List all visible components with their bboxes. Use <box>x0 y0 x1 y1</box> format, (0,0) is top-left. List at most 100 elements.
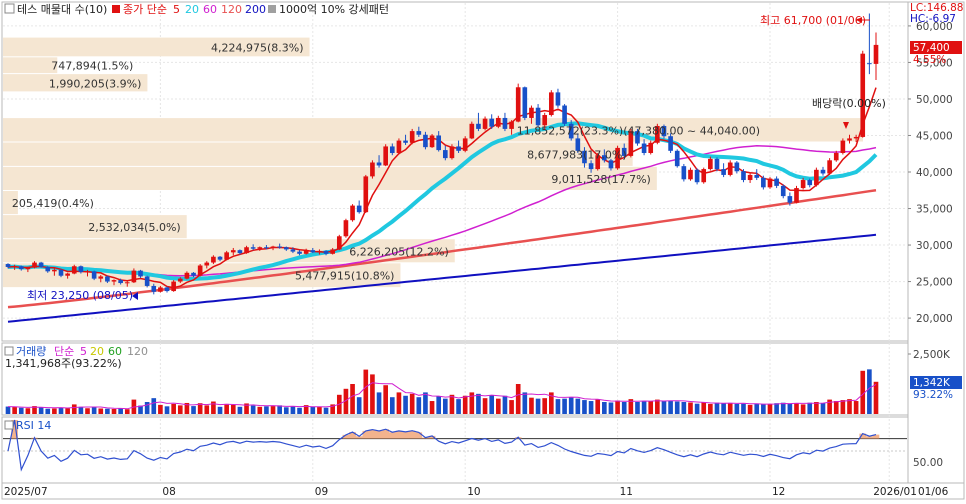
volume-bar <box>5 406 11 414</box>
volume-bar <box>780 402 786 414</box>
volume-profile-label: 6,226,205(12.2%) <box>349 245 449 258</box>
volume-bar <box>124 409 130 414</box>
candle-body <box>18 266 24 270</box>
candle-body <box>111 280 117 282</box>
volume-bar <box>774 403 779 414</box>
checkbox-icon[interactable] <box>4 3 15 14</box>
price-tick-label: 30,000 <box>916 240 953 252</box>
volume-bar <box>509 400 514 414</box>
candle-body <box>794 188 799 203</box>
volume-bar <box>264 406 269 414</box>
candle-body <box>787 196 793 203</box>
candle-body <box>85 271 90 273</box>
candle-body <box>310 250 316 253</box>
high-annotation: 최고 61,700 (01/06) <box>760 14 866 27</box>
current-price-value: 57,400 <box>913 42 950 54</box>
candle-body <box>323 250 329 254</box>
volume-bar <box>588 401 594 414</box>
volume-bar <box>45 408 51 414</box>
candle-body <box>303 250 309 254</box>
candle-body <box>754 174 760 178</box>
volume-profile-label: 11,852,572(23.3%)(47,380.00 ~ 44,040.00) <box>517 124 760 137</box>
volume-bar <box>310 406 316 414</box>
candle-body <box>191 272 196 276</box>
candle-body <box>668 136 673 151</box>
candle-body <box>244 247 249 254</box>
volume-bar <box>489 395 495 414</box>
pattern-label: 1000억 10% 강세패턴 <box>279 3 389 16</box>
volume-bar <box>250 405 256 414</box>
date-tick-label: 10 <box>467 486 480 498</box>
candle-body <box>396 140 402 154</box>
volume-bar <box>144 402 150 414</box>
candle-body <box>853 136 859 139</box>
candle-body <box>65 273 70 276</box>
volume-bar <box>423 392 428 414</box>
volume-bar <box>648 401 654 414</box>
candle-body <box>648 142 654 154</box>
candle-body <box>283 247 289 250</box>
volume-bar <box>403 395 408 414</box>
candle-body <box>237 250 243 254</box>
volume-bar <box>767 403 773 414</box>
volume-bar <box>761 404 766 414</box>
volume-bar <box>681 402 687 414</box>
price-tick-label: 50,000 <box>916 94 953 106</box>
date-tick-label: 08 <box>162 486 175 498</box>
candle-body <box>257 247 263 249</box>
volume-checkbox-icon[interactable] <box>4 346 14 356</box>
volume-profile-label: 8,677,983(17.0%) <box>527 149 627 162</box>
candle-body <box>708 158 713 170</box>
candle-body <box>383 146 388 166</box>
price-tick-label: 45,000 <box>916 130 953 142</box>
volume-bar <box>224 403 229 414</box>
candle-body <box>588 163 594 170</box>
candle-body <box>370 162 375 177</box>
candle-body <box>847 138 852 141</box>
candle-body <box>409 131 415 143</box>
volume-bar <box>356 397 362 414</box>
candle-body <box>522 87 528 118</box>
volume-bar <box>754 403 760 414</box>
candle-body <box>389 146 395 154</box>
pattern-swatch-icon <box>268 5 276 13</box>
candle-body <box>701 169 707 183</box>
candle-body <box>767 178 773 188</box>
volume-profile-label: 4,224,975(8.3%) <box>211 41 304 54</box>
volume-bar <box>840 400 846 414</box>
volume-profile-label: 2,532,034(5.0%) <box>88 221 181 234</box>
volume-bar <box>12 407 17 414</box>
candle-body <box>747 174 753 181</box>
volume-bar <box>111 408 117 414</box>
candle-body <box>436 135 442 151</box>
rsi-checkbox-icon[interactable] <box>4 420 14 430</box>
volume-bar <box>708 403 713 414</box>
candle-body <box>721 169 726 175</box>
volume-bar <box>542 398 548 414</box>
volume-bar <box>416 397 422 414</box>
volume-bar <box>105 408 110 414</box>
volume-current-pct: 93.22% <box>913 389 953 401</box>
candle-body <box>78 266 84 273</box>
candle-body <box>780 185 786 197</box>
volume-bar <box>429 401 435 414</box>
volume-bar <box>694 403 700 414</box>
rsi-panel[interactable] <box>1 416 909 484</box>
volume-bar <box>661 401 667 414</box>
candle-body <box>840 140 846 154</box>
volume-current-value: 1,342K <box>913 377 951 389</box>
volume-bar <box>350 384 355 414</box>
volume-bar <box>833 401 839 414</box>
volume-bar <box>608 402 614 414</box>
volume-bar <box>363 369 369 414</box>
volume-bar <box>655 399 660 414</box>
candle-body <box>833 153 839 161</box>
candle-body <box>376 162 382 166</box>
volume-bar <box>85 408 90 414</box>
volume-bar <box>674 401 680 414</box>
volume-profile-label: 205,419(0.4%) <box>12 197 94 210</box>
candle-body <box>641 143 647 154</box>
candle-body <box>761 177 766 188</box>
candle-body <box>343 220 349 237</box>
candle-body <box>5 264 11 267</box>
